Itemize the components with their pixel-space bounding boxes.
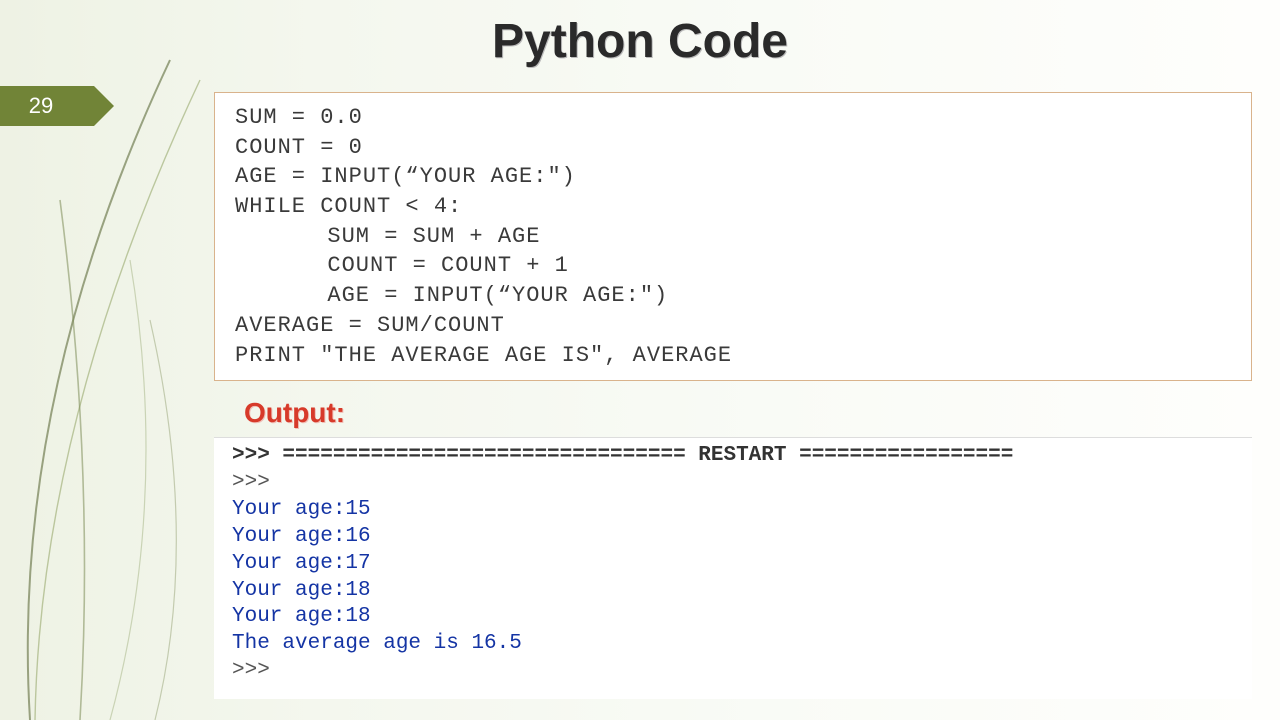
code-block: SUM = 0.0 COUNT = 0 AGE = INPUT(“YOUR AG…: [214, 92, 1252, 381]
code-line: AGE = INPUT(“YOUR AGE:"): [235, 281, 1237, 311]
console-result: The average age is 16.5: [232, 631, 1248, 658]
console-output: >>> ================================ RES…: [214, 437, 1252, 699]
console-restart: >>> ================================ RES…: [232, 443, 1248, 470]
console-line: Your age:18: [232, 604, 1248, 631]
code-line: PRINT "THE AVERAGE AGE IS", AVERAGE: [235, 341, 1237, 371]
page-number-badge: 29: [0, 86, 94, 126]
code-line: COUNT = COUNT + 1: [235, 251, 1237, 281]
slide-title: Python Code: [0, 14, 1280, 69]
console-line: Your age:17: [232, 551, 1248, 578]
console-line: Your age:15: [232, 497, 1248, 524]
console-prompt: >>>: [232, 658, 1248, 685]
console-line: Your age:16: [232, 524, 1248, 551]
console-line: Your age:18: [232, 578, 1248, 605]
code-line: AGE = INPUT(“YOUR AGE:"): [235, 162, 1237, 192]
code-line: AVERAGE = SUM/COUNT: [235, 311, 1237, 341]
code-line: SUM = SUM + AGE: [235, 222, 1237, 252]
code-line: COUNT = 0: [235, 133, 1237, 163]
console-prompt: >>>: [232, 470, 1248, 497]
output-label: Output:: [244, 397, 1252, 429]
content-area: SUM = 0.0 COUNT = 0 AGE = INPUT(“YOUR AG…: [214, 92, 1252, 699]
page-number: 29: [29, 93, 53, 119]
code-line: SUM = 0.0: [235, 103, 1237, 133]
code-line: WHILE COUNT < 4:: [235, 192, 1237, 222]
